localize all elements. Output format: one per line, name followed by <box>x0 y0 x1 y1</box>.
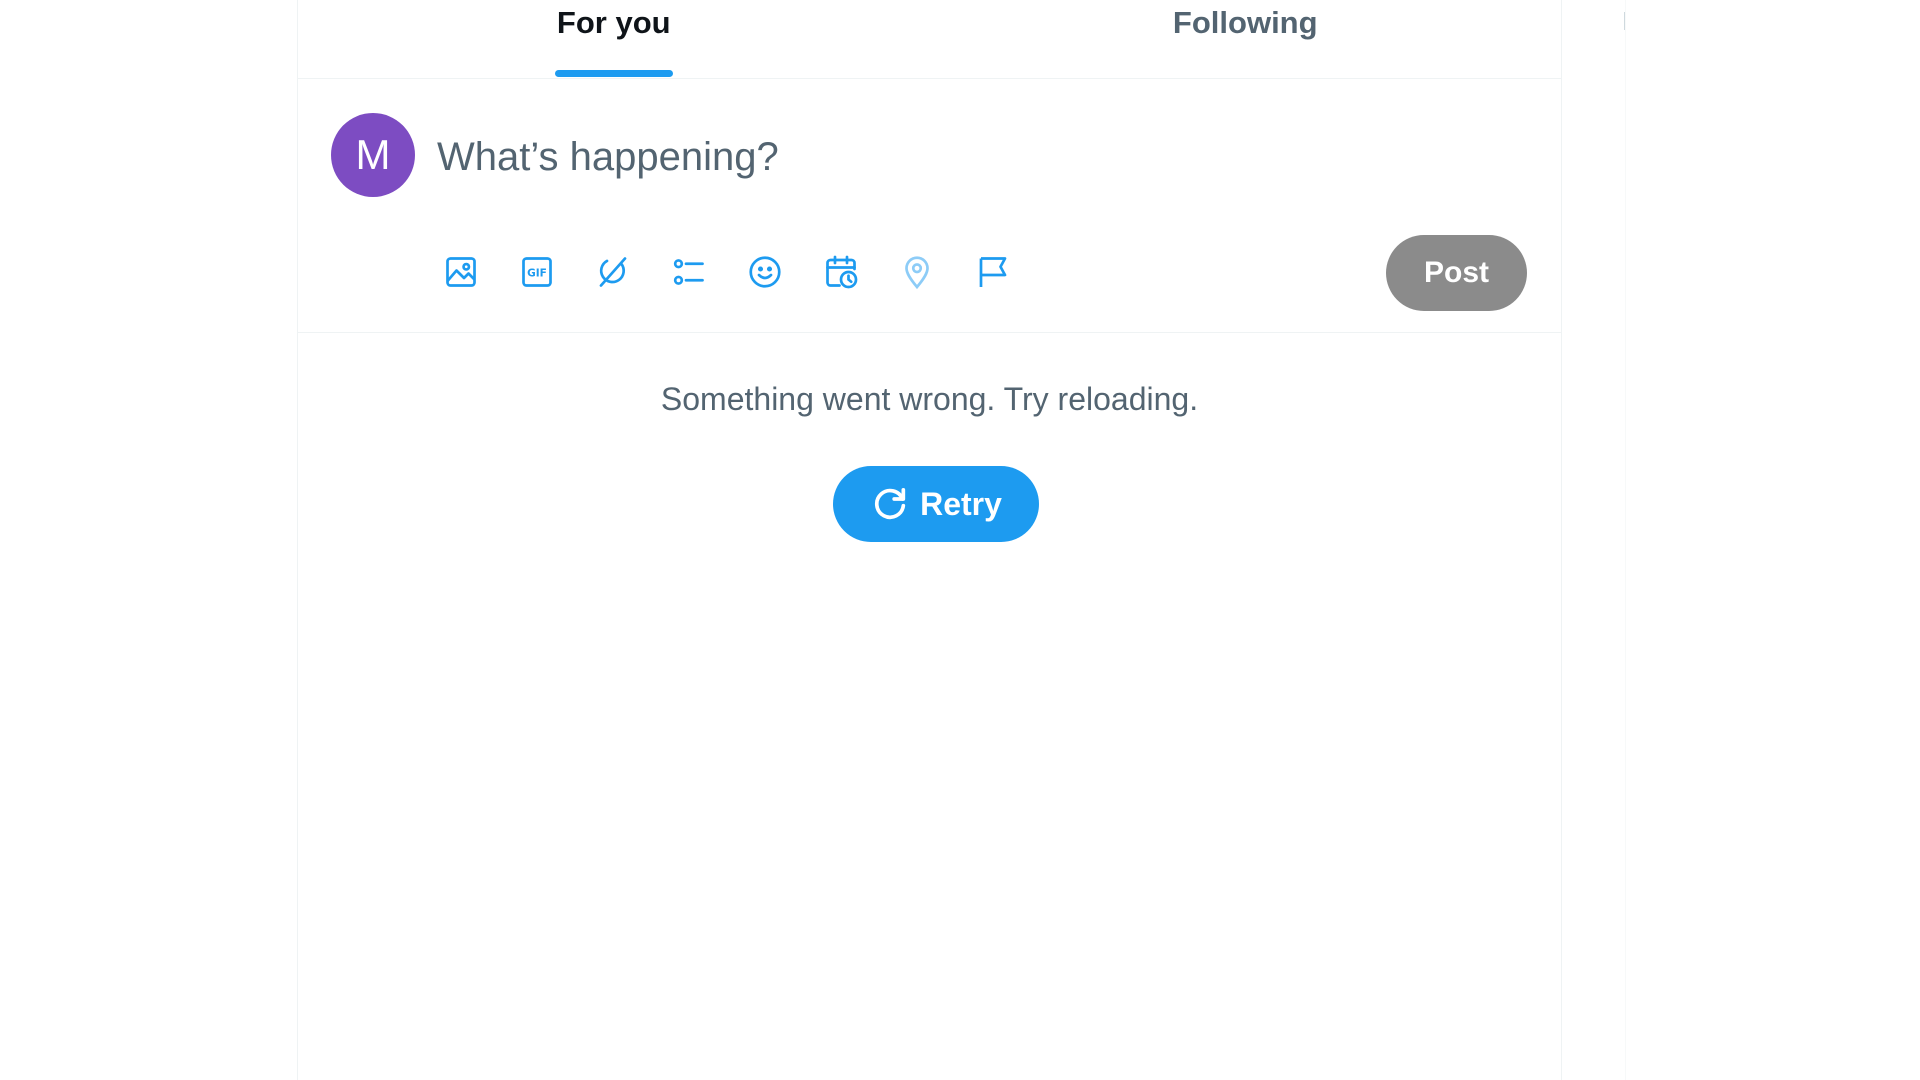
timeline-tabs: For you Following <box>298 0 1561 79</box>
post-composer: M GIF <box>298 79 1561 333</box>
tab-for-you-label: For you <box>556 5 671 40</box>
page: For you Following M What’s happening? GI… <box>0 0 1920 1080</box>
poll-icon[interactable] <box>663 246 715 298</box>
image-icon[interactable] <box>435 246 487 298</box>
composer-toolbar: GIF <box>435 247 1043 297</box>
retry-label: Retry <box>920 485 1002 522</box>
compose-input[interactable] <box>437 129 1337 185</box>
right-column-divider <box>1625 0 1626 1080</box>
avatar[interactable]: M <box>331 113 415 197</box>
grok-icon[interactable] <box>587 246 639 298</box>
refresh-icon <box>875 488 906 520</box>
schedule-icon[interactable] <box>815 246 867 298</box>
flag-icon[interactable] <box>967 246 1019 298</box>
location-icon[interactable] <box>891 246 943 298</box>
post-button[interactable]: Post <box>1386 235 1527 311</box>
retry-button[interactable]: Retry <box>833 466 1039 542</box>
tab-following-label: Following <box>1172 5 1318 40</box>
tab-for-you[interactable]: For you <box>298 0 930 78</box>
tab-following[interactable]: Following <box>930 0 1562 78</box>
emoji-icon[interactable] <box>739 246 791 298</box>
active-tab-indicator <box>554 70 673 77</box>
timeline-column: For you Following M What’s happening? GI… <box>297 0 1562 1080</box>
svg-text:GIF: GIF <box>527 268 547 280</box>
gif-icon[interactable]: GIF <box>511 246 563 298</box>
error-message: Something went wrong. Try reloading. <box>660 381 1199 417</box>
